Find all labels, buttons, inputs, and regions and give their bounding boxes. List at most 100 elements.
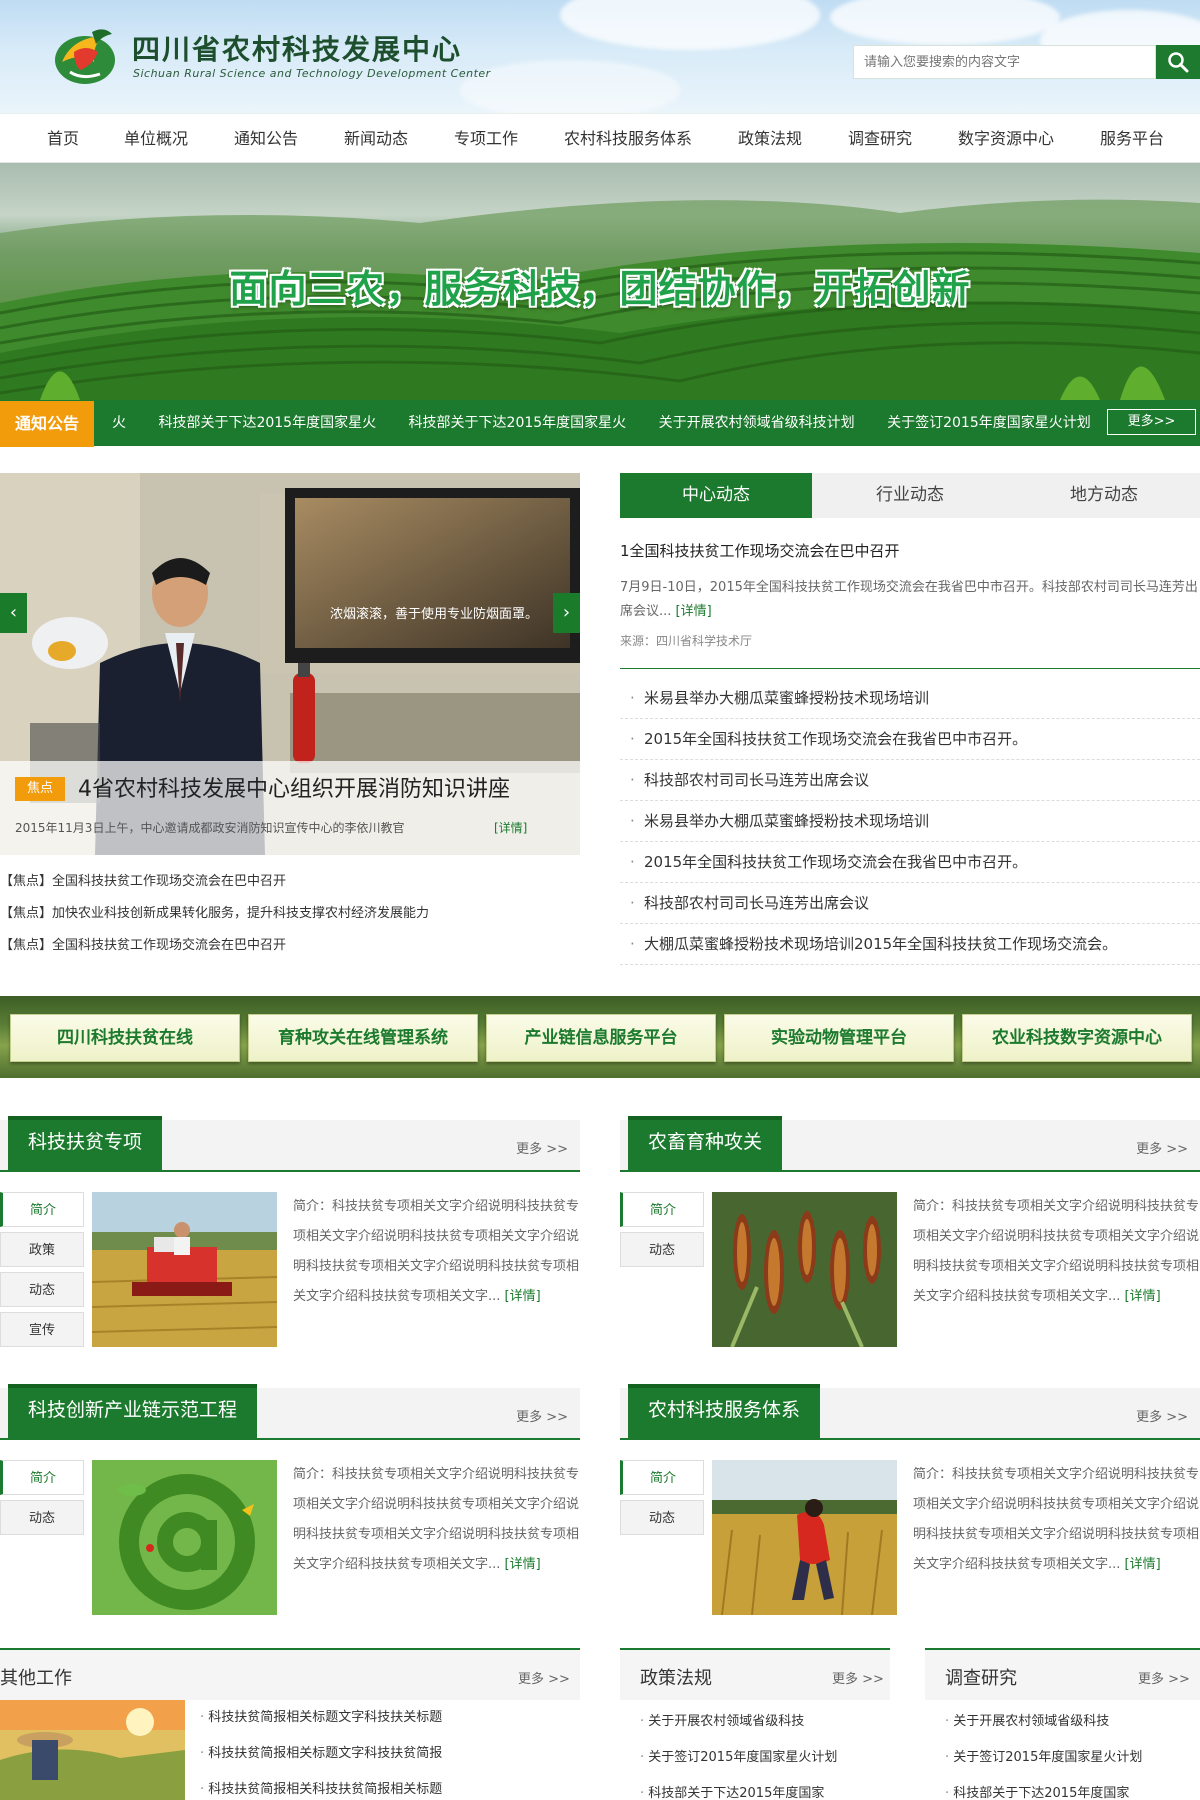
research-title: 调查研究 [945,1668,1017,1689]
platform-button-lab-animals[interactable]: 实验动物管理平台 [724,1014,954,1062]
section-detail-link[interactable]: [详情] [1125,1557,1161,1572]
news-list-item[interactable]: 米易县举办大棚瓜菜蜜蜂授粉技术现场培训 [620,801,1200,842]
section-more-link[interactable]: 更多 >> [1136,1406,1188,1425]
focus-title[interactable]: 4省农村科技发展中心组织开展消防知识讲座 [78,771,510,803]
nav-item-policy[interactable]: 政策法规 [738,114,802,163]
search-input[interactable] [854,46,1157,78]
policy-item[interactable]: 关于开展农村领域省级科技 [640,1710,804,1729]
section-title[interactable]: 科技创新产业链示范工程 [8,1384,258,1438]
section-more-link[interactable]: 更多 >> [516,1406,568,1425]
section-tab-intro[interactable]: 简介 [0,1460,84,1495]
section-detail-link[interactable]: [详情] [505,1289,541,1304]
research-block: 调查研究 更多 >> 关于开展农村领域省级科技 关于签订2015年度国家星火计划… [925,1648,1200,1800]
platform-button-breeding-system[interactable]: 育种攻关在线管理系统 [248,1014,478,1062]
section-detail-link[interactable]: [详情] [1125,1289,1161,1304]
section-header: 农村科技服务体系 更多 >> [620,1384,1200,1440]
nav-item-projects[interactable]: 专项工作 [454,114,518,163]
slider-prev-button[interactable]: ‹ [0,593,27,633]
policy-more-link[interactable]: 更多 >> [832,1668,884,1687]
site-logo[interactable] [52,22,118,88]
focus-slider: 浓烟滚滚，善于使用专业防烟面罩。 ‹ › 焦点 4省农村科技发展中心组织开展消防… [0,473,580,855]
focus-detail-link[interactable]: [详情] [494,819,527,836]
section-title[interactable]: 农村科技服务体系 [628,1384,821,1438]
research-item[interactable]: 科技部关于下达2015年度国家 [945,1782,1129,1800]
section-tab-intro[interactable]: 简介 [620,1460,704,1495]
slider-next-button[interactable]: › [553,593,580,633]
section-image-green-at[interactable] [92,1460,277,1615]
section-tab-news[interactable]: 动态 [620,1232,704,1267]
other-work-item[interactable]: 科技扶贫简报相关标题文字科技扶贫简报 [200,1742,442,1761]
section-image-harvester[interactable] [92,1192,277,1347]
divider [620,668,1200,669]
focus-list-item[interactable]: 【焦点】全国科技扶贫工作现场交流会在巴中召开 [0,866,580,898]
section-service-system: 农村科技服务体系 更多 >> 简介 动态 简介：科技扶贫专项相关文字介绍说明科技… [620,1384,1200,1628]
other-work-item[interactable]: 科技扶贫简报相关标题文字科技扶关标题 [200,1706,442,1725]
notice-item[interactable]: 科技部关于下达2015年度国家星火 [409,400,627,446]
section-tab-promotion[interactable]: 宣传 [0,1312,84,1347]
section-tabs: 简介 动态 [620,1192,704,1272]
section-tab-news[interactable]: 动态 [0,1272,84,1307]
nav-item-research[interactable]: 调查研究 [848,114,912,163]
section-title[interactable]: 科技扶贫专项 [8,1116,163,1170]
news-list-item[interactable]: 大棚瓜菜蜜蜂授粉技术现场培训2015年全国科技扶贫工作现场交流会。 [620,924,1200,965]
focus-badge: 焦点 [15,777,65,801]
nav-item-service-system[interactable]: 农村科技服务体系 [564,114,692,163]
headline-detail-link[interactable]: [详情] [676,604,712,619]
policy-item[interactable]: 关于签订2015年度国家星火计划 [640,1746,837,1765]
news-list-item[interactable]: 科技部农村司司长马连芳出席会议 [620,883,1200,924]
platform-button-industry-chain[interactable]: 产业链信息服务平台 [486,1014,716,1062]
section-image-rice-field[interactable] [712,1460,897,1615]
section-title[interactable]: 农畜育种攻关 [628,1116,783,1170]
other-work-image[interactable] [0,1700,185,1800]
section-tab-news[interactable]: 动态 [0,1500,84,1535]
section-tab-policy[interactable]: 政策 [0,1232,84,1267]
section-tab-intro[interactable]: 简介 [0,1192,84,1227]
focus-list-item[interactable]: 【焦点】全国科技扶贫工作现场交流会在巴中召开 [0,930,580,962]
nav-item-service-platform[interactable]: 服务平台 [1100,114,1164,163]
focus-list: 【焦点】全国科技扶贫工作现场交流会在巴中召开 【焦点】加快农业科技创新成果转化服… [0,866,580,962]
hero-banner: 面向三农，服务科技，团结协作，开拓创新 [0,163,1200,400]
news-list-item[interactable]: 2015年全国科技扶贫工作现场交流会在我省巴中市召开。 [620,842,1200,883]
section-image-sorghum[interactable] [712,1192,897,1347]
nav-item-digital-resources[interactable]: 数字资源中心 [958,114,1054,163]
section-more-link[interactable]: 更多 >> [516,1138,568,1157]
search-button[interactable] [1156,45,1200,79]
notice-tag: 通知公告 [0,401,94,447]
platform-button-digital-resources[interactable]: 农业科技数字资源中心 [962,1014,1192,1062]
nav-item-about[interactable]: 单位概况 [124,114,188,163]
focus-list-item[interactable]: 【焦点】加快农业科技创新成果转化服务，提升科技支撑农村经济发展能力 [0,898,580,930]
tab-industry-news[interactable]: 行业动态 [814,473,1006,518]
tab-local-news[interactable]: 地方动态 [1008,473,1200,518]
notice-item[interactable]: 火 [112,400,126,446]
nav-item-notices[interactable]: 通知公告 [234,114,298,163]
platform-button-poverty-online[interactable]: 四川科技扶贫在线 [10,1014,240,1062]
policy-item[interactable]: 科技部关于下达2015年度国家 [640,1782,824,1800]
section-more-link[interactable]: 更多 >> [1136,1138,1188,1157]
news-list-item[interactable]: 科技部农村司司长马连芳出席会议 [620,760,1200,801]
other-work-item[interactable]: 科技扶贫简报相关科技扶贫简报相关标题 [200,1778,442,1797]
section-header: 科技扶贫专项 更多 >> [0,1116,580,1172]
section-description: 简介：科技扶贫专项相关文字介绍说明科技扶贫专项相关文字介绍说明科技扶贫专项相关文… [913,1460,1200,1580]
section-tab-news[interactable]: 动态 [620,1500,704,1535]
tv-caption: 浓烟滚滚，善于使用专业防烟面罩。 [330,606,538,622]
news-list-item[interactable]: 2015年全国科技扶贫工作现场交流会在我省巴中市召开。 [620,719,1200,760]
policy-block: 政策法规 更多 >> 关于开展农村领域省级科技 关于签订2015年度国家星火计划… [620,1648,890,1800]
other-work-more-link[interactable]: 更多 >> [518,1668,570,1687]
research-item[interactable]: 关于开展农村领域省级科技 [945,1710,1109,1729]
section-detail-link[interactable]: [详情] [505,1557,541,1572]
headline-title[interactable]: 1全国科技扶贫工作现场交流会在巴中召开 [620,540,900,561]
notice-item[interactable]: 关于签订2015年度国家星火计划 [887,400,1091,446]
main-nav: 首页 单位概况 通知公告 新闻动态 专项工作 农村科技服务体系 政策法规 调查研… [0,113,1200,163]
research-more-link[interactable]: 更多 >> [1138,1668,1190,1687]
research-item[interactable]: 关于签订2015年度国家星火计划 [945,1746,1142,1765]
news-list-item[interactable]: 米易县举办大棚瓜菜蜜蜂授粉技术现场培训 [620,678,1200,719]
notice-item[interactable]: 关于开展农村领域省级科技计划 [659,400,855,446]
section-tab-intro[interactable]: 简介 [620,1192,704,1227]
nav-item-home[interactable]: 首页 [47,114,79,163]
news-tabs: 中心动态 行业动态 地方动态 [620,473,1200,518]
nav-item-news[interactable]: 新闻动态 [344,114,408,163]
section-description: 简介：科技扶贫专项相关文字介绍说明科技扶贫专项相关文字介绍说明科技扶贫专项相关文… [913,1192,1200,1312]
notice-more-link[interactable]: 更多>> [1107,409,1196,435]
tab-center-news[interactable]: 中心动态 [620,473,812,518]
notice-item[interactable]: 科技部关于下达2015年度国家星火 [158,400,376,446]
